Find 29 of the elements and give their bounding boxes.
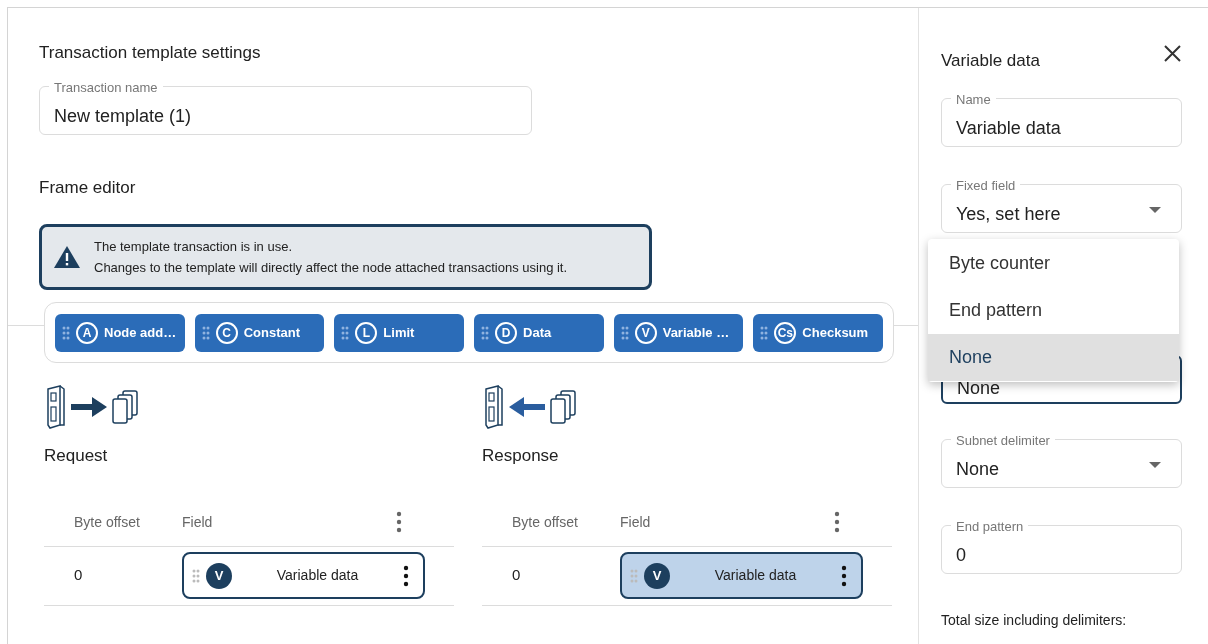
column-header: Field [620, 512, 652, 532]
letter-badge: V [206, 562, 232, 589]
column-header: Field [182, 512, 214, 532]
field-name: Variable data [275, 566, 360, 585]
letter-badge: Cs [774, 321, 797, 344]
column-header: Byte offset [74, 512, 141, 532]
field-value: Variable data [956, 116, 1061, 140]
field-name: Variable data [713, 566, 798, 585]
letter-badge: L [355, 321, 378, 344]
letter-badge: V [634, 321, 657, 344]
field-value: 0 [956, 543, 966, 567]
field-value: Yes, set here [956, 202, 1061, 226]
alert-text: Changes to the template will directly affect the node attached transactions using it. [94, 260, 568, 275]
column-header: Byte offset [512, 512, 579, 532]
letter-badge: V [644, 562, 670, 589]
letter-badge: C [215, 321, 238, 344]
letter-badge: A [76, 321, 98, 344]
field-value: None [956, 457, 1000, 481]
alert-text: The template transaction is in use. [94, 239, 293, 254]
table-cell-text: 0 [512, 565, 522, 586]
section-heading: Request [44, 445, 109, 467]
section-heading: Response [482, 445, 560, 467]
page-title: Transaction template settings [39, 42, 262, 64]
table-cell-text: 0 [74, 565, 84, 586]
section-title: Frame editor [39, 176, 137, 199]
field-value: New template (1) [54, 104, 192, 128]
panel-title: Variable data [941, 50, 1040, 72]
summary-text: Total size including delimiters: [941, 610, 1128, 630]
letter-badge: D [495, 321, 517, 344]
